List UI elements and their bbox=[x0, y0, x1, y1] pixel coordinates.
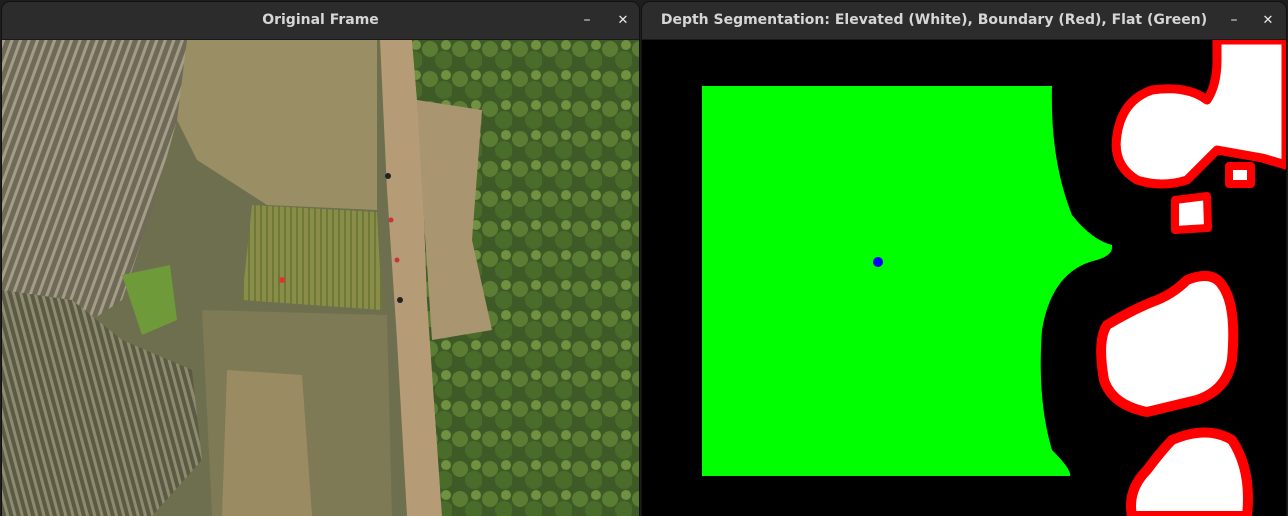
segmentation-mask-image bbox=[642, 40, 1286, 516]
elevated-region-small-1 bbox=[1225, 162, 1255, 188]
close-button[interactable]: ✕ bbox=[1256, 2, 1280, 39]
aerial-photo bbox=[2, 40, 639, 516]
segmentation-window: Depth Segmentation: Elevated (White), Bo… bbox=[642, 2, 1286, 516]
close-button[interactable]: ✕ bbox=[611, 2, 635, 39]
window-title: Depth Segmentation: Elevated (White), Bo… bbox=[660, 12, 1208, 28]
segmentation-mask bbox=[642, 40, 1286, 516]
title-bar[interactable]: Depth Segmentation: Elevated (White), Bo… bbox=[642, 2, 1286, 40]
minimize-button[interactable]: – bbox=[575, 2, 599, 39]
window-title: Original Frame bbox=[262, 12, 379, 28]
center-marker bbox=[873, 257, 883, 267]
minimize-button[interactable]: – bbox=[1222, 2, 1246, 39]
aerial-photo-image bbox=[2, 40, 639, 516]
original-frame-window: Original Frame – ✕ bbox=[2, 2, 639, 516]
title-bar[interactable]: Original Frame – ✕ bbox=[2, 2, 639, 40]
elevated-region-small-2 bbox=[1171, 192, 1212, 234]
